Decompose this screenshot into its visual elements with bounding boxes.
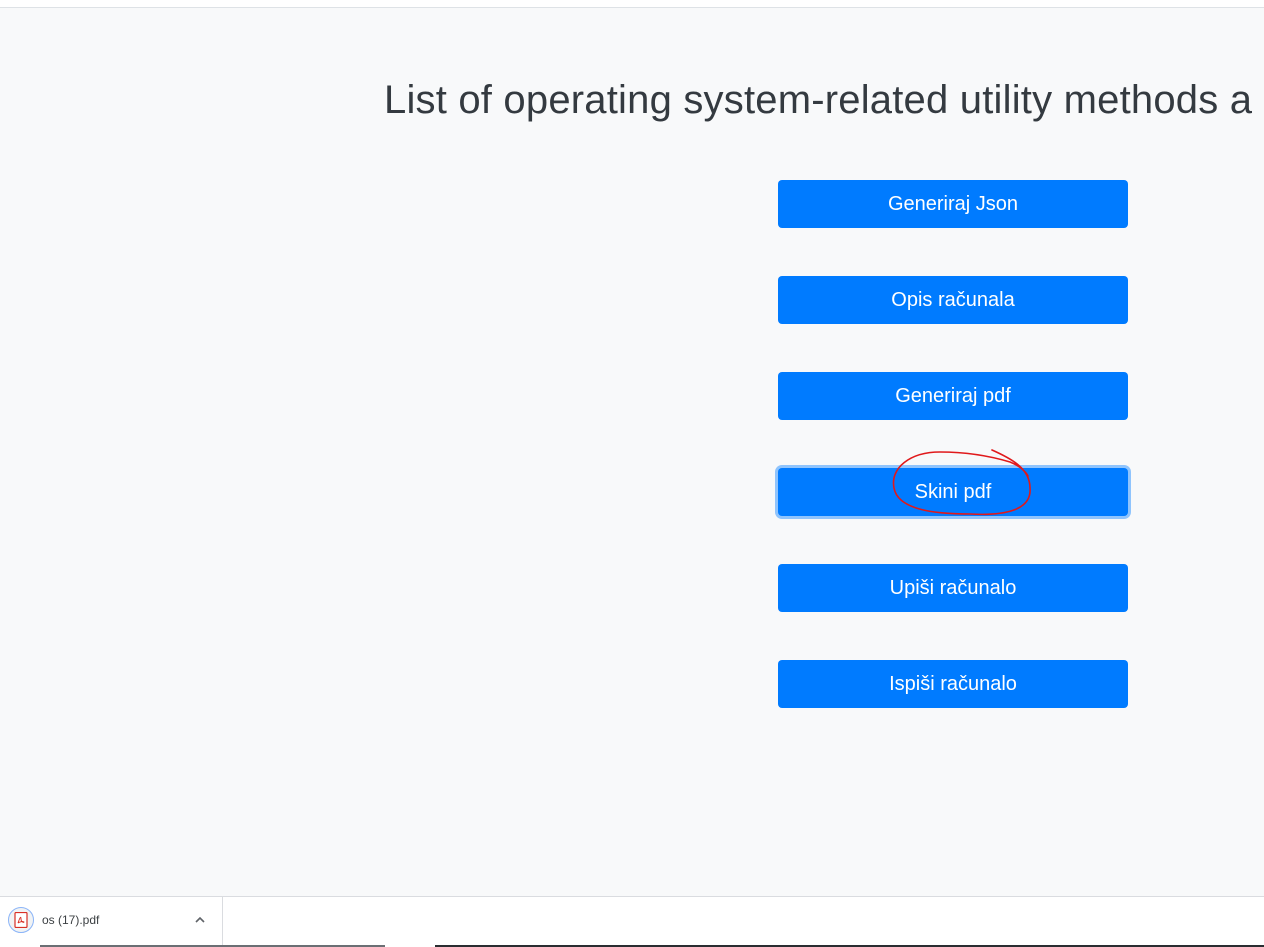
ispisi-racunalo-button[interactable]: Ispiši računalo xyxy=(778,660,1128,708)
generiraj-json-button[interactable]: Generiraj Json xyxy=(778,180,1128,228)
top-border xyxy=(0,0,1264,8)
browser-page: List of operating system-related utility… xyxy=(0,0,1264,947)
generiraj-pdf-button[interactable]: Generiraj pdf xyxy=(778,372,1128,420)
skini-pdf-button[interactable]: Skini pdf xyxy=(778,468,1128,516)
download-file-name: os (17).pdf xyxy=(42,913,100,927)
upisi-racunalo-button[interactable]: Upiši računalo xyxy=(778,564,1128,612)
download-bar: os (17).pdf xyxy=(0,896,1264,947)
download-item[interactable]: os (17).pdf xyxy=(0,897,223,946)
page-title: List of operating system-related utility… xyxy=(384,78,1253,122)
pdf-file-icon xyxy=(8,907,34,933)
opis-racunala-button[interactable]: Opis računala xyxy=(778,276,1128,324)
chevron-up-icon[interactable] xyxy=(191,911,209,929)
